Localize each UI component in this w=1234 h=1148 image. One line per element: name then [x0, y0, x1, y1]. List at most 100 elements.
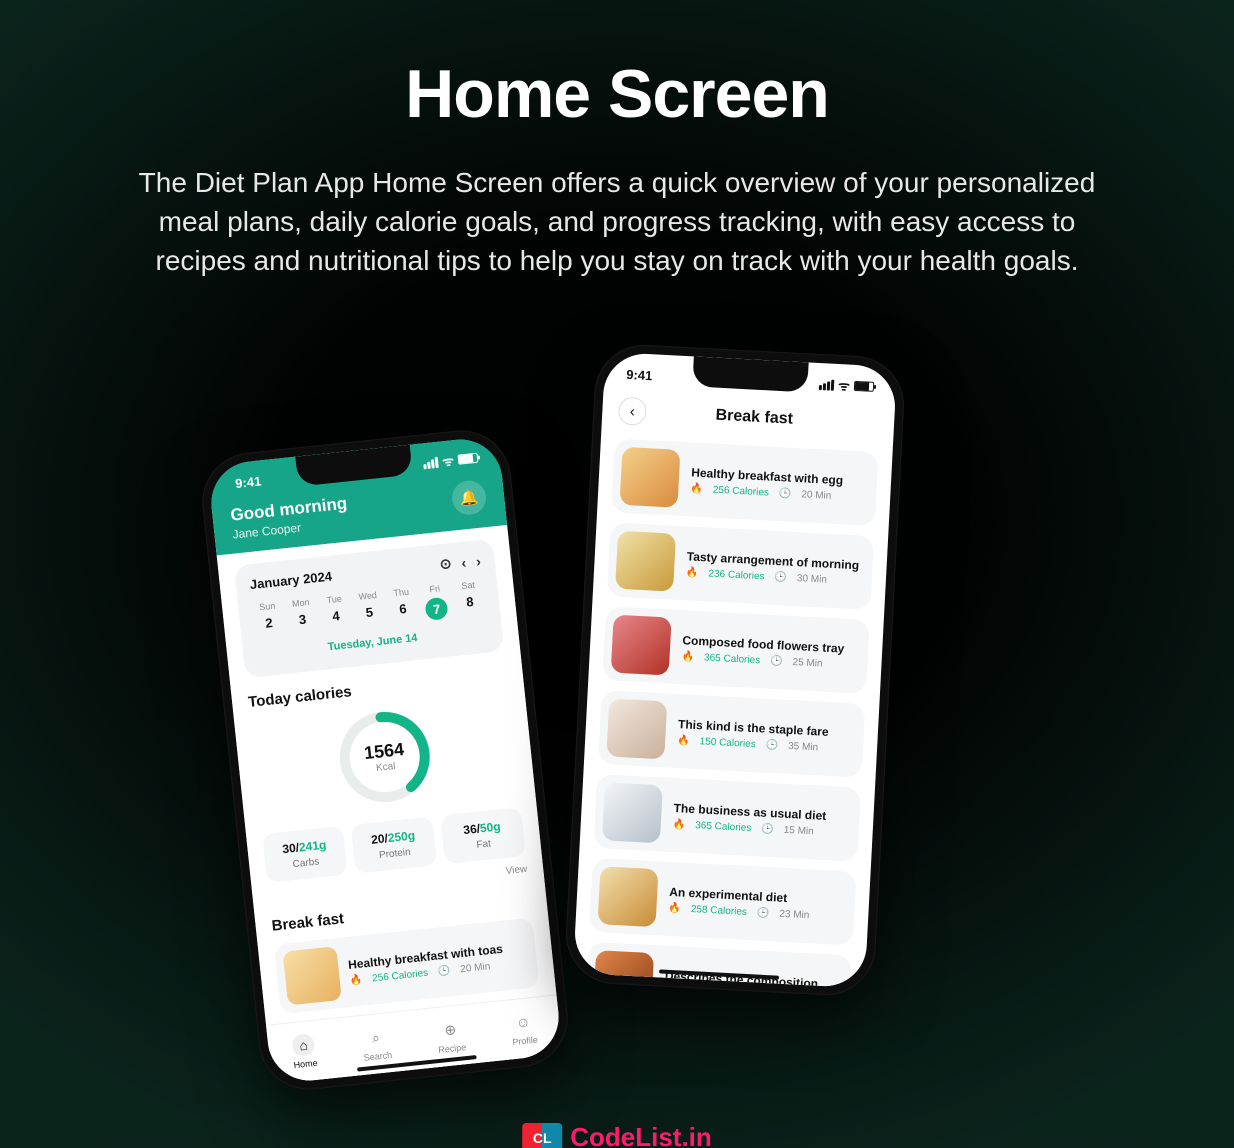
macro-total: 50g: [479, 819, 501, 835]
recipe-calories: 256 Calories: [713, 484, 770, 498]
watermark: CL CodeList.in CodeList: [522, 1122, 712, 1148]
meal-time: 20 Min: [460, 961, 491, 975]
flame-icon: 🔥: [668, 902, 681, 914]
clock-icon: 🕒: [765, 739, 778, 751]
recipe-calories: 150 Calories: [699, 736, 756, 750]
notifications-button[interactable]: 🔔: [450, 479, 487, 516]
page-title: Break fast: [630, 402, 879, 433]
macro-current: 36/: [463, 821, 481, 837]
calendar-prev-button[interactable]: ‹: [461, 554, 467, 570]
tab-recipe[interactable]: ⊕Recipe: [435, 1017, 467, 1055]
tab-label: Profile: [512, 1035, 538, 1048]
recipe-item[interactable]: Tasty arrangement of morning🔥236 Calorie…: [607, 522, 875, 610]
calendar-day[interactable]: Thu6: [386, 586, 420, 625]
clock-icon: 🕒: [437, 965, 451, 977]
macro-total: 250g: [387, 828, 416, 845]
status-time: 9:41: [234, 473, 261, 491]
day-number: 2: [253, 614, 284, 632]
hero-description: The Diet Plan App Home Screen offers a q…: [137, 163, 1097, 281]
day-name: Wed: [352, 589, 383, 602]
recipe-time: 35 Min: [788, 740, 819, 753]
recipe-time: 20 Min: [801, 489, 832, 502]
flame-icon: 🔥: [664, 986, 677, 988]
wifi-icon: ᯤ: [441, 451, 455, 470]
calorie-ring: 1564 Kcal: [330, 702, 440, 812]
tab-label: Search: [363, 1050, 392, 1063]
calendar-today-icon[interactable]: ⊙: [439, 555, 452, 573]
calendar-next-button[interactable]: ›: [475, 552, 481, 568]
tab-label: Home: [293, 1058, 318, 1070]
recipe-time: 23 Min: [779, 908, 810, 921]
calendar-day[interactable]: Tue4: [319, 593, 353, 632]
clock-icon: 🕒: [770, 655, 783, 667]
calorie-unit: Kcal: [376, 761, 396, 774]
day-number: 4: [320, 607, 351, 625]
recipe-item[interactable]: Describes the composition🔥365 Calories🕒2…: [585, 942, 853, 989]
meal-thumbnail: [282, 946, 341, 1005]
status-time: 9:41: [626, 366, 653, 382]
tab-home[interactable]: ⌂Home: [291, 1033, 319, 1070]
recipe-time: 25 Min: [792, 657, 823, 670]
recipe-calories: 365 Calories: [686, 987, 743, 988]
day-name: Mon: [285, 596, 316, 609]
day-number: 7: [425, 597, 449, 621]
recipe-time: 30 Min: [797, 573, 828, 586]
signal-icon: [819, 379, 835, 391]
recipe-time: 15 Min: [783, 824, 814, 837]
flame-icon: 🔥: [349, 974, 363, 986]
macro-card: 36/50gFat: [440, 807, 526, 864]
calendar-day[interactable]: Wed5: [352, 589, 386, 628]
tab-search[interactable]: ⌕Search: [361, 1025, 393, 1063]
macro-current: 30/: [282, 841, 300, 857]
bell-icon: 🔔: [459, 488, 479, 508]
battery-icon: [457, 453, 478, 465]
wifi-icon: ᯤ: [838, 376, 851, 395]
flame-icon: 🔥: [673, 818, 686, 830]
recipe-thumbnail: [615, 531, 676, 592]
recipe-thumbnail: [602, 782, 663, 843]
recipe-calories: 258 Calories: [691, 904, 748, 918]
meal-calories: 256 Calories: [372, 967, 429, 984]
calorie-value: 1564: [363, 739, 405, 764]
tab-profile[interactable]: ☺Profile: [509, 1010, 538, 1047]
recipe-thumbnail: [606, 698, 667, 759]
search-icon: ⌕: [364, 1025, 388, 1049]
calendar-day[interactable]: Mon3: [285, 596, 319, 635]
recipe-calories: 365 Calories: [704, 652, 761, 666]
hero-title: Home Screen: [0, 55, 1234, 133]
tab-label: Recipe: [438, 1042, 467, 1055]
flame-icon: 🔥: [690, 483, 703, 495]
calendar-day[interactable]: Fri 7: [419, 582, 453, 621]
clock-icon: 🕒: [774, 571, 787, 583]
flame-icon: 🔥: [686, 567, 699, 579]
clock-icon: 🕒: [761, 823, 774, 835]
recipe-calories: 236 Calories: [708, 568, 765, 582]
flame-icon: 🔥: [681, 651, 694, 663]
macro-total: 241g: [298, 838, 327, 855]
recipe-calories: 365 Calories: [695, 820, 752, 834]
day-name: Fri: [419, 582, 450, 595]
calendar-card: January 2024 ⊙ ‹ › Sun2Mon3Tue4Wed5Thu6F…: [234, 539, 504, 679]
signal-icon: [423, 456, 439, 469]
recipe-thumbnail: [593, 950, 654, 988]
recipe-item[interactable]: The business as usual diet🔥365 Calories🕒…: [593, 774, 861, 862]
calendar-day[interactable]: Sun2: [252, 600, 286, 639]
recipe-item[interactable]: This kind is the staple fare🔥150 Calorie…: [598, 690, 866, 778]
macro-label: Carbs: [273, 854, 339, 872]
clock-icon: 🕒: [779, 488, 792, 500]
day-number: 5: [354, 603, 385, 621]
recipe-item[interactable]: An experimental diet🔥258 Calories🕒23 Min: [589, 858, 857, 946]
macro-current: 20/: [371, 831, 389, 847]
macro-card: 20/250gProtein: [351, 816, 437, 873]
recipe-item[interactable]: Healthy breakfast with egg🔥256 Calories🕒…: [611, 438, 879, 526]
profile-icon: ☺: [511, 1010, 535, 1034]
day-number: 3: [287, 610, 318, 628]
day-number: 8: [454, 593, 485, 611]
macro-card: 30/241gCarbs: [262, 826, 348, 883]
home-icon: ⌂: [291, 1033, 315, 1057]
calendar-day[interactable]: Sat8: [453, 579, 487, 618]
recipe-item[interactable]: Composed food flowers tray🔥365 Calories🕒…: [602, 606, 870, 694]
recipe-thumbnail: [611, 615, 672, 676]
day-number: 6: [387, 600, 418, 618]
day-name: Tue: [319, 593, 350, 606]
